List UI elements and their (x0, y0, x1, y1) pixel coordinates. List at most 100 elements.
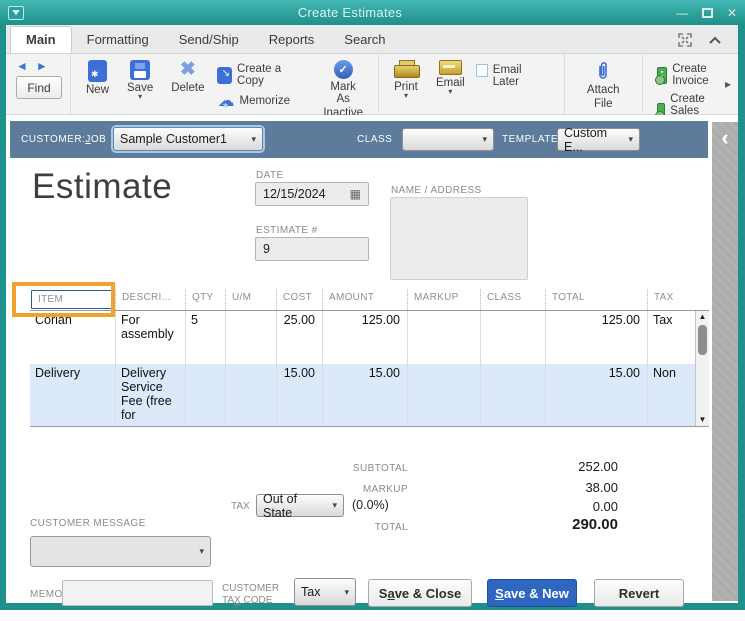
new-button[interactable]: New (77, 57, 118, 96)
customer-caret-icon: ▾ (251, 133, 256, 144)
total-value: 290.00 (572, 516, 618, 533)
customer-bar: CUSTOMER:JOB Sample Customer1 ▾ CLASS ▾ … (10, 121, 708, 158)
memo-label: MEMO (30, 589, 63, 600)
revert-button[interactable]: Revert (594, 579, 684, 607)
column-header-description: DESCRI... (115, 289, 185, 310)
tab-send-ship[interactable]: Send/Ship (164, 27, 254, 53)
template-select[interactable]: Custom E... ▾ (557, 126, 640, 154)
save-button[interactable]: Save ▾ (118, 57, 162, 101)
customer-message-caret-icon: ▾ (199, 546, 204, 556)
ribbon-tabbar: Main Formatting Send/Ship Reports Search (6, 25, 738, 54)
customer-tax-code-label: CUSTOMER TAX CODE (222, 583, 280, 606)
collapsed-side-panel: ‹ (712, 122, 738, 601)
cell-total[interactable]: 15.00 (545, 364, 647, 426)
delete-x-icon: ✖ (179, 59, 196, 80)
back-arrow-icon[interactable]: ◄ (16, 59, 28, 73)
email-later-label[interactable]: Email Later (493, 64, 546, 88)
cell-item[interactable]: Corian (30, 311, 115, 364)
ribbon-toolbar: ◄ ► Find New Save ▾ ✖ Delete (6, 54, 738, 129)
cell-markup[interactable] (407, 364, 480, 426)
cell-qty[interactable] (185, 364, 225, 426)
class-select[interactable]: ▾ (402, 128, 494, 151)
cell-item[interactable]: Delivery (30, 364, 115, 426)
memorize-button[interactable]: ☁ Memorize (217, 92, 304, 115)
column-header-um: U/M (225, 289, 276, 310)
column-header-total: TOTAL (545, 289, 647, 310)
check-circle-icon: ✓ (333, 60, 353, 79)
create-invoice-button[interactable]: Create Invoice (654, 63, 715, 87)
tab-reports[interactable]: Reports (254, 27, 330, 53)
maximize-icon[interactable] (701, 7, 713, 18)
name-address-label: NAME / ADDRESS (391, 185, 482, 196)
expand-panel-icon[interactable]: ‹ (721, 126, 728, 601)
delete-button[interactable]: ✖ Delete (162, 57, 213, 95)
cell-description[interactable]: Delivery Service Fee (free for (115, 364, 185, 426)
forward-arrow-icon[interactable]: ► (36, 59, 48, 73)
table-row: Corian For assembly 5 25.00 125.00 125.0… (30, 311, 695, 364)
attach-file-button[interactable]: Attach File (571, 57, 636, 110)
find-button[interactable]: Find (16, 76, 62, 99)
collapse-ribbon-icon[interactable] (708, 35, 722, 45)
customer-message-select[interactable]: ▾ (30, 536, 211, 567)
minimize-icon[interactable]: — (676, 7, 688, 19)
cell-markup[interactable] (407, 311, 480, 364)
cell-um[interactable] (225, 311, 276, 364)
line-items-table: ITEM DESCRI... QTY U/M COST AMOUNT MARKU… (30, 289, 709, 427)
cell-class[interactable] (480, 311, 545, 364)
tax-amount: 0.00 (592, 499, 618, 514)
print-button[interactable]: Print ▾ (385, 57, 427, 100)
expand-window-icon[interactable] (678, 33, 692, 47)
customer-job-select[interactable]: Sample Customer1 ▾ (113, 127, 263, 151)
cell-qty[interactable]: 5 (185, 311, 225, 364)
memo-input[interactable] (62, 580, 213, 606)
cell-um[interactable] (225, 364, 276, 426)
table-scrollbar[interactable]: ▲ ▼ (695, 311, 709, 426)
cell-cost[interactable]: 25.00 (276, 311, 322, 364)
invoice-icon (654, 66, 668, 85)
class-caret-icon: ▾ (482, 134, 487, 144)
template-label: TEMPLATE (502, 134, 559, 145)
system-menu-icon[interactable] (8, 5, 24, 20)
date-field[interactable]: 12/15/2024 ▦ (255, 182, 369, 206)
create-estimates-window: Create Estimates — ✕ Main Formatting Sen… (0, 0, 745, 610)
cell-cost[interactable]: 15.00 (276, 364, 322, 426)
calendar-icon[interactable]: ▦ (350, 187, 361, 201)
scroll-up-icon[interactable]: ▲ (699, 311, 707, 323)
subtotal-label: SUBTOTAL (352, 463, 408, 474)
mark-as-inactive-button[interactable]: ✓ Mark As Inactive (314, 57, 372, 119)
cell-total[interactable]: 125.00 (545, 311, 647, 364)
cell-class[interactable] (480, 364, 545, 426)
email-button[interactable]: Email ▾ (427, 57, 474, 96)
scroll-down-icon[interactable]: ▼ (699, 414, 707, 426)
cell-amount[interactable]: 125.00 (322, 311, 407, 364)
tax-select[interactable]: Out of State ▾ (256, 492, 344, 520)
estimate-number-field[interactable]: 9 (255, 237, 369, 261)
form-title: Estimate (32, 167, 173, 206)
cell-tax[interactable]: Tax (647, 311, 695, 364)
new-document-icon (88, 60, 107, 82)
cell-amount[interactable]: 15.00 (322, 364, 407, 426)
cell-tax[interactable]: Non (647, 364, 695, 426)
save-close-button[interactable]: Save & Close (368, 579, 472, 607)
tab-search[interactable]: Search (329, 27, 400, 53)
save-new-button[interactable]: Save & New (487, 579, 577, 607)
tax-rate: (0.0%) (352, 498, 389, 512)
email-dropdown-caret-icon[interactable]: ▾ (448, 88, 452, 96)
name-address-box[interactable] (390, 197, 528, 280)
close-icon[interactable]: ✕ (727, 7, 737, 19)
print-dropdown-caret-icon[interactable]: ▾ (404, 92, 408, 100)
date-label: DATE (256, 170, 284, 181)
template-caret-icon: ▾ (628, 134, 633, 144)
create-copy-button[interactable]: Create a Copy (217, 63, 304, 87)
tax-code-caret-icon: ▾ (344, 586, 349, 597)
tab-formatting[interactable]: Formatting (72, 27, 164, 53)
scrollbar-thumb[interactable] (698, 325, 707, 355)
email-later-checkbox[interactable] (475, 64, 488, 77)
copy-document-icon (217, 66, 233, 84)
tab-main[interactable]: Main (10, 26, 72, 53)
toolbar-overflow-icon[interactable]: ▸ (725, 77, 732, 91)
cell-description[interactable]: For assembly (115, 311, 185, 364)
customer-tax-code-select[interactable]: Tax ▾ (294, 578, 356, 606)
save-dropdown-caret-icon[interactable]: ▾ (138, 93, 142, 101)
markup-value: 38.00 (585, 480, 618, 495)
